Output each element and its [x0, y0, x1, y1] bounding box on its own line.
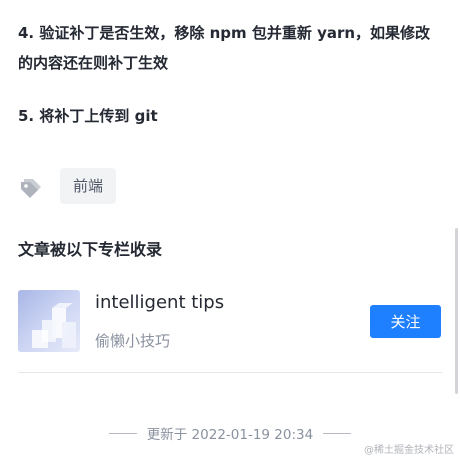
column-card[interactable]: intelligent tips 偷懒小技巧 关注 [18, 290, 442, 354]
divider-left [108, 432, 137, 434]
article-step-5: 5. 将补丁上传到 git [18, 107, 158, 125]
divider [18, 372, 442, 373]
tag-frontend[interactable]: 前端 [60, 168, 117, 204]
column-cover-image[interactable] [18, 290, 80, 352]
article-step-4: 4. 验证补丁是否生效，移除 npm 包并重新 yarn，如果修改的内容还在则补… [18, 24, 431, 72]
watermark: @稀土掘金技术社区 [364, 445, 454, 456]
column-name[interactable]: intelligent tips [95, 290, 224, 316]
column-section-title: 文章被以下专栏收录 [18, 240, 163, 259]
follow-button[interactable]: 关注 [370, 305, 441, 338]
column-subtitle: 偷懒小技巧 [95, 332, 171, 350]
divider-right [323, 432, 352, 434]
tag-icon [18, 174, 44, 198]
tag-list: 前端 [18, 168, 117, 204]
update-time: 更新于 2022-01-19 20:34 [146, 427, 314, 443]
scrollbar[interactable] [455, 228, 458, 394]
